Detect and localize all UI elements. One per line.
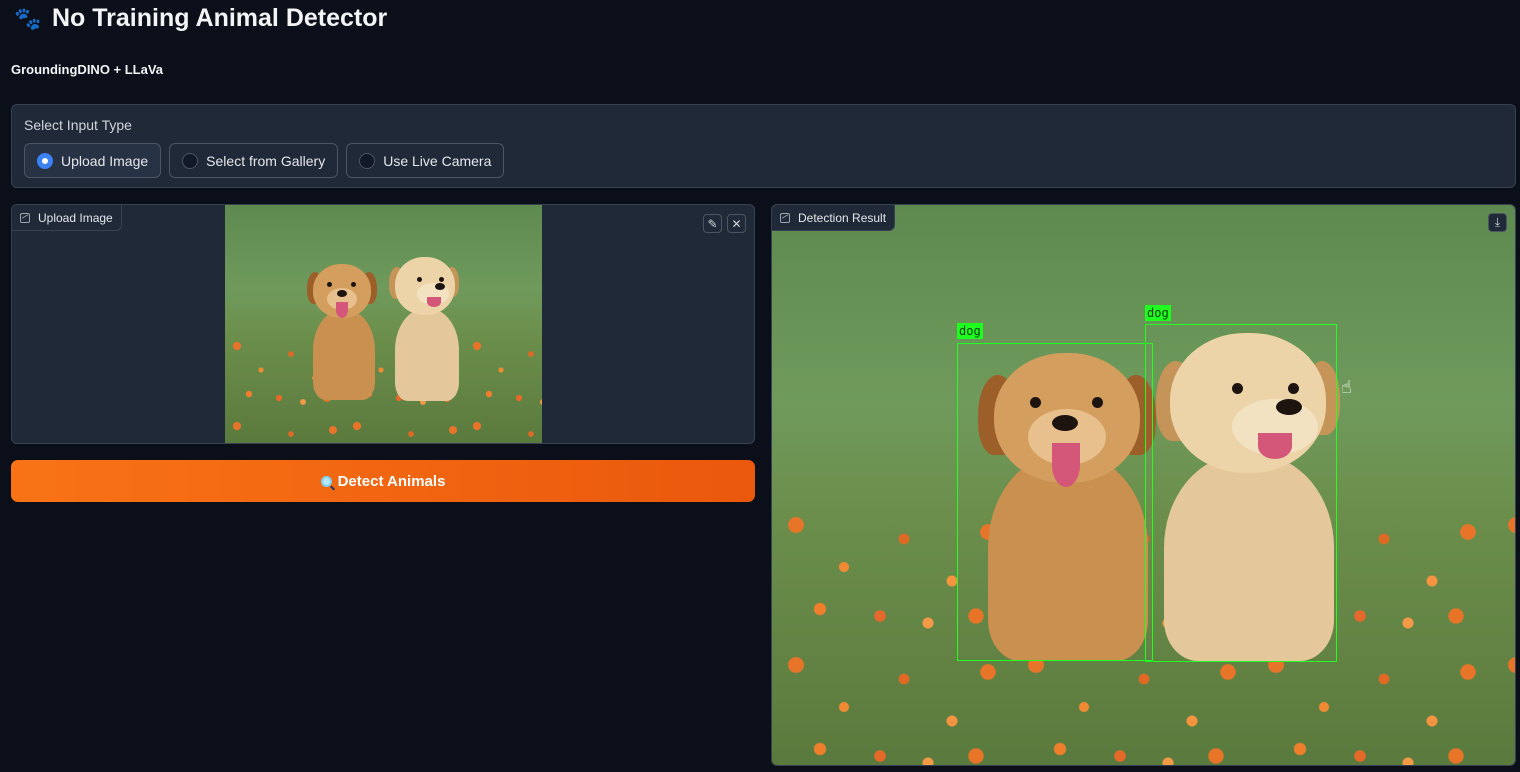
detect-animals-label: Detect Animals — [337, 472, 446, 490]
input-type-group: Select Input Type Upload Image Select fr… — [11, 104, 1516, 188]
detection-result-label-text: Detection Result — [798, 210, 887, 225]
edit-button[interactable]: ✎ — [703, 214, 722, 233]
page-title-text: No Training Animal Detector — [52, 4, 388, 32]
uploaded-image — [225, 205, 542, 443]
input-type-label: Select Input Type — [24, 117, 132, 133]
app-root: 🐾 No Training Animal Detector GroundingD… — [0, 0, 1520, 772]
radio-dot[interactable] — [37, 152, 53, 169]
detection-bbox — [957, 343, 1153, 661]
radio-use-live-camera[interactable]: Use Live Camera — [346, 143, 505, 178]
image-icon — [780, 212, 790, 223]
radio-label: Use Live Camera — [383, 152, 492, 169]
dog-figure — [305, 260, 385, 400]
detection-label: dog — [957, 323, 983, 339]
image-icon — [20, 212, 30, 223]
radio-dot[interactable] — [359, 152, 376, 169]
download-button[interactable]: ⤓ — [1488, 213, 1507, 232]
upload-image-label: Upload Image — [12, 205, 122, 231]
radio-upload-image[interactable]: Upload Image — [24, 143, 162, 178]
detection-result-label: Detection Result — [772, 205, 896, 231]
detection-result-panel: dog dog Detection Result ⤓ — [771, 204, 1516, 766]
radio-select-from-gallery[interactable]: Select from Gallery — [169, 143, 339, 178]
input-type-options: Upload Image Select from Gallery Use Liv… — [24, 143, 505, 178]
download-icon: ⤓ — [1494, 215, 1501, 229]
radio-label: Select from Gallery — [206, 152, 326, 169]
upload-image-panel[interactable]: Upload Image ✎ ✕ — [11, 204, 755, 444]
page-subtitle: GroundingDINO + LLaVa — [11, 62, 164, 77]
paw-icon: 🐾 — [14, 5, 42, 31]
upload-image-label-text: Upload Image — [38, 210, 113, 225]
radio-dot[interactable] — [182, 152, 199, 169]
edit-icon: ✎ — [707, 216, 718, 231]
close-icon: ✕ — [731, 216, 742, 231]
detection-label: dog — [1145, 305, 1171, 321]
clear-image-button[interactable]: ✕ — [727, 214, 746, 233]
hand-cursor-icon: ☝ — [1341, 377, 1352, 397]
detect-animals-button[interactable]: Detect Animals — [11, 460, 755, 502]
page-title: 🐾 No Training Animal Detector — [14, 4, 387, 33]
magnifier-icon — [320, 475, 332, 487]
dog-figure — [387, 253, 467, 401]
detection-bbox — [1145, 324, 1337, 662]
radio-label: Upload Image — [61, 152, 149, 169]
